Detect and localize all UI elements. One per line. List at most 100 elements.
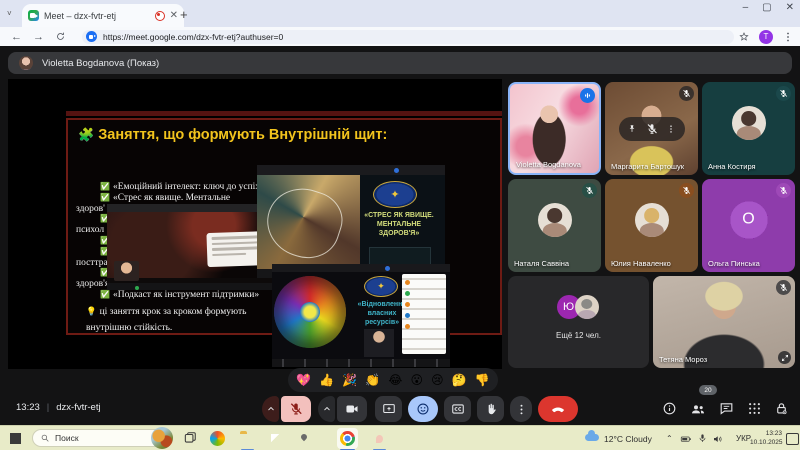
window-minimize-button[interactable]: – — [743, 2, 749, 13]
tile-tetyana[interactable]: Тетяна Мороз — [653, 276, 795, 368]
reaction-laugh[interactable]: 😂 — [388, 373, 402, 387]
reactions-bar: 💖 👍 🎉 👏 😂 😮 😢 🤔 👎 — [288, 368, 498, 392]
participant-list-panel — [402, 274, 446, 354]
tab-title: Meet – dzx-fvtr-etj — [44, 11, 150, 21]
tray-date: 10.10.2025 — [750, 438, 782, 447]
presenter-banner: Violetta Bogdanova (Показ) — [8, 52, 792, 74]
camera-control-group — [318, 396, 367, 422]
participant-name: Ольга Пинська — [708, 259, 760, 268]
reaction-heart[interactable]: 💖 — [296, 373, 311, 387]
slide-window-edge — [66, 111, 502, 116]
stress-slide-caption: «СТРЕС ЯК ЯВИЩЕ. МЕНТАЛЬНЕ ЗДОРОВ'Я» — [357, 211, 441, 238]
mic-off-icon — [646, 123, 658, 135]
new-tab-button[interactable]: + — [180, 7, 188, 22]
reaction-thinking[interactable]: 🤔 — [452, 373, 467, 387]
reactions-button[interactable] — [408, 396, 438, 422]
meet-favicon-icon — [28, 10, 39, 21]
reaction-party[interactable]: 🎉 — [342, 373, 357, 387]
speaker-thumbnail — [114, 261, 139, 281]
copilot-icon[interactable] — [210, 431, 225, 446]
mic-control-group — [262, 396, 311, 422]
host-controls-icon[interactable] — [774, 401, 789, 416]
presenter-avatar — [19, 56, 33, 70]
mic-off-icon — [582, 183, 597, 198]
browser-profile-avatar[interactable]: T — [759, 30, 773, 44]
tile-yulia[interactable]: Юлия Наваленко — [605, 179, 698, 272]
tile-margarita[interactable]: Маргарита Бартошук — [605, 82, 698, 175]
tray-speaker-icon[interactable] — [712, 433, 724, 445]
weather-text[interactable]: 12°C Cloudy — [604, 434, 652, 444]
meet-control-bar: 13:23 | dzx-fvtr-etj — [0, 393, 800, 425]
more-options-icon[interactable] — [666, 124, 676, 134]
search-highlight-image[interactable] — [151, 427, 173, 449]
present-screen-button[interactable] — [375, 396, 402, 422]
activities-icon[interactable] — [747, 401, 762, 416]
url-bar[interactable]: https://meet.google.com/dzx-fvtr-etj?aut… — [82, 30, 734, 44]
tray-mic-icon[interactable] — [697, 433, 708, 444]
taskbar-clock[interactable]: 13:23 10.10.2025 — [750, 429, 782, 447]
browser-tab[interactable]: Meet – dzx-fvtr-etj ✕ — [22, 4, 184, 27]
reaction-surprised[interactable]: 😮 — [411, 373, 424, 387]
mic-options-chevron[interactable] — [262, 396, 279, 422]
reaction-clap[interactable]: 👏 — [365, 373, 380, 387]
participant-name: Тетяна Мороз — [659, 355, 707, 364]
overflow-avatars: Ю — [557, 295, 601, 319]
bookmark-star-icon[interactable] — [738, 31, 750, 43]
reaction-thumbs-down[interactable]: 👎 — [475, 373, 490, 387]
shared-screen[interactable]: 🧩 Заняття, що формують Внутрішній щит: ✅… — [8, 79, 502, 369]
avatar — [538, 203, 572, 237]
reaction-thumbs-up[interactable]: 👍 — [319, 373, 334, 387]
tray-battery-icon[interactable] — [680, 433, 692, 445]
puzzle-emoji-icon: 🧩 — [78, 127, 94, 142]
overflow-label: Ещё 12 чел. — [508, 331, 649, 340]
browser-menu-icon[interactable] — [782, 31, 794, 43]
windows-taskbar: Поиск 12°C Cloudy ⌃ УКР 13:23 10.10.2025 — [0, 425, 800, 450]
avatar — [635, 203, 669, 237]
site-info-icon[interactable] — [86, 31, 97, 42]
window-maximize-button[interactable]: ▢ — [762, 2, 771, 13]
start-button[interactable] — [10, 433, 21, 444]
mic-off-icon — [679, 183, 694, 198]
participant-name: Анна Костиря — [708, 162, 756, 171]
pin-icon[interactable] — [627, 124, 637, 134]
participant-count-badge: 20 — [699, 385, 717, 395]
chat-icon[interactable] — [719, 401, 734, 416]
tab-close-icon[interactable]: ✕ — [170, 11, 178, 21]
raise-hand-button[interactable] — [477, 396, 504, 422]
embedded-zoom-window-resources: ✦ «Відновлення власних ресурсів» — [272, 264, 450, 367]
end-call-button[interactable] — [538, 396, 578, 422]
tile-anna[interactable]: Анна Костиря — [702, 82, 795, 175]
tile-overflow-count[interactable]: Ю Ещё 12 чел. — [508, 276, 649, 368]
captions-button[interactable] — [444, 396, 471, 422]
mic-off-icon — [776, 183, 791, 198]
meeting-code: dzx-fvtr-etj — [56, 402, 100, 413]
rainbow-rose-artwork — [274, 276, 346, 348]
camera-options-chevron[interactable] — [318, 396, 335, 422]
language-indicator[interactable]: УКР — [736, 434, 751, 443]
tile-violetta[interactable]: Violetta Bogdanova — [508, 82, 601, 175]
tray-chevron-icon[interactable]: ⌃ — [666, 434, 673, 443]
chrome-icon[interactable] — [340, 431, 355, 446]
meeting-details-icon[interactable] — [662, 401, 677, 416]
mic-mute-button[interactable] — [281, 396, 311, 422]
task-view-icon[interactable] — [183, 431, 198, 446]
reaction-cry[interactable]: 😢 — [431, 373, 444, 387]
taskbar-search[interactable]: Поиск — [32, 429, 170, 447]
forward-button[interactable]: → — [33, 31, 44, 43]
tile-natalya[interactable]: Наталя Саввіна — [508, 179, 601, 272]
window-close-button[interactable]: ✕ — [786, 2, 794, 13]
participants-icon[interactable] — [690, 401, 706, 417]
expand-tile-icon[interactable] — [778, 351, 791, 364]
tab-search-chevron-icon[interactable]: ˅ — [7, 9, 12, 18]
camera-button[interactable] — [337, 396, 367, 422]
weather-cloud-icon[interactable] — [585, 434, 599, 441]
speaking-indicator-icon — [580, 88, 595, 103]
tile-olga[interactable]: О Ольга Пинська — [702, 179, 795, 272]
notification-center-icon[interactable] — [786, 433, 799, 445]
participant-name: Наталя Саввіна — [514, 259, 569, 268]
participant-name: Маргарита Бартошук — [611, 162, 684, 171]
participant-name: Violetta Bogdanova — [516, 160, 581, 169]
more-options-button[interactable] — [510, 396, 532, 422]
back-button[interactable]: ← — [11, 31, 22, 43]
reload-button[interactable] — [55, 31, 66, 42]
